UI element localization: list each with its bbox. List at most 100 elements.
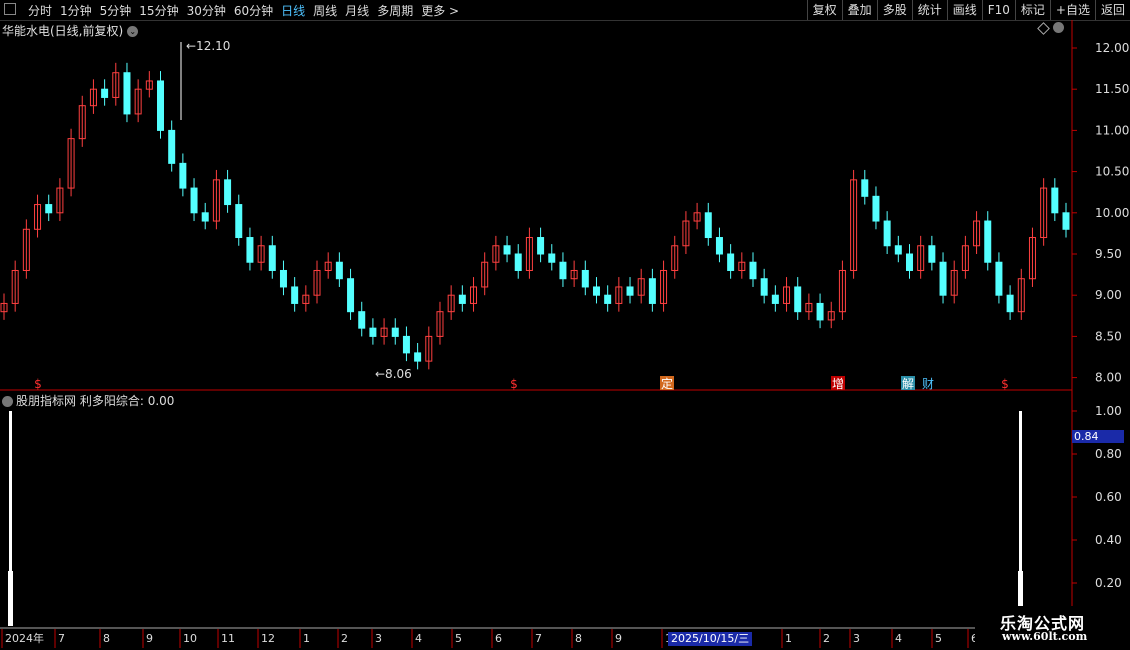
time-tick-label: 12 xyxy=(261,632,275,645)
time-tick-label: 5 xyxy=(935,632,942,645)
kline-chart[interactable]: 12.0011.5011.0010.5010.009.509.008.508.0… xyxy=(0,0,1130,650)
candle-body xyxy=(771,294,779,304)
candle-body xyxy=(648,278,656,304)
price-tick-label: 8.50 xyxy=(1095,329,1122,343)
candle-body xyxy=(414,352,422,362)
price-tick-label: 10.50 xyxy=(1095,165,1129,179)
time-tick-label: 2 xyxy=(823,632,830,645)
candle-body xyxy=(268,245,276,271)
candle-body xyxy=(626,286,634,296)
candle-body xyxy=(894,245,902,255)
event-marker: 解 xyxy=(902,377,914,391)
candle-body xyxy=(201,212,209,222)
price-tick-label: 12.00 xyxy=(1095,41,1129,55)
candle-body xyxy=(402,335,410,354)
price-tick-label: 10.00 xyxy=(1095,206,1129,220)
candle-body xyxy=(279,269,287,288)
event-marker: 定 xyxy=(661,376,673,391)
event-marker: $ xyxy=(510,377,518,391)
candle-body xyxy=(995,261,1003,296)
high-marker-label: ←12.10 xyxy=(186,39,230,53)
candle-body xyxy=(548,253,556,263)
time-tick-label: 3 xyxy=(853,632,860,645)
indicator-title: 股朋指标网 利多阳综合: 0.00 xyxy=(2,392,174,409)
candle-body xyxy=(157,80,165,131)
candle-body xyxy=(101,88,109,98)
candle-body xyxy=(123,72,131,115)
time-tick-label: 8 xyxy=(575,632,582,645)
candle-body xyxy=(592,286,600,296)
chevron-down-icon[interactable] xyxy=(2,396,13,407)
candle-body xyxy=(749,261,757,280)
price-tick-label: 8.00 xyxy=(1095,371,1122,385)
candle-body xyxy=(861,179,869,197)
candle-body xyxy=(335,261,343,280)
candle-body xyxy=(715,237,723,255)
indicator-tick-label: 0.20 xyxy=(1095,576,1122,590)
time-tick-label: 8 xyxy=(103,632,110,645)
event-marker: 增 xyxy=(832,377,844,391)
candle-body xyxy=(883,220,891,247)
candle-body xyxy=(503,245,511,255)
current-value-badge: 0.84 xyxy=(1072,430,1124,443)
indicator-tick-label: 0.40 xyxy=(1095,533,1122,547)
time-tick-label: 2 xyxy=(341,632,348,645)
time-tick-label: 11 xyxy=(221,632,235,645)
candle-body xyxy=(794,286,802,313)
candle-body xyxy=(604,294,612,304)
candle-body xyxy=(291,286,299,304)
candle-body xyxy=(760,278,768,296)
candle-body xyxy=(872,195,880,222)
candle-body xyxy=(984,220,992,263)
time-tick-label: 7 xyxy=(58,632,65,645)
candle-body xyxy=(190,187,198,214)
time-tick-label: 2024年 xyxy=(5,631,44,645)
candle-body xyxy=(168,129,176,164)
candle-body xyxy=(816,302,824,321)
candle-body xyxy=(905,253,913,271)
candle-body xyxy=(45,204,53,214)
indicator-line-value: 利多阳综合: 0.00 xyxy=(79,394,175,408)
candle-body xyxy=(1006,294,1014,313)
candle-body xyxy=(727,253,735,271)
candle-body xyxy=(235,204,243,239)
date-badge: 2025/10/15/三 xyxy=(668,632,753,646)
price-tick-label: 9.50 xyxy=(1095,247,1122,261)
candle-body xyxy=(224,179,232,206)
time-tick-label: 4 xyxy=(415,632,422,645)
indicator-tick-label: 0.60 xyxy=(1095,490,1122,504)
indicator-spike-base xyxy=(8,571,13,626)
candle-body xyxy=(458,294,466,304)
time-tick-label: 10 xyxy=(183,632,197,645)
price-tick-label: 11.50 xyxy=(1095,82,1129,96)
candle-body xyxy=(391,327,399,337)
candle-body xyxy=(704,212,712,239)
time-tick-label: 9 xyxy=(615,632,622,645)
indicator-tick-label: 1.00 xyxy=(1095,404,1122,418)
indicator-name: 股朋指标网 xyxy=(16,394,77,408)
price-tick-label: 9.00 xyxy=(1095,288,1122,302)
time-tick-label: 5 xyxy=(455,632,462,645)
candle-body xyxy=(179,162,187,189)
time-tick-label: 7 xyxy=(535,632,542,645)
candle-body xyxy=(358,311,366,329)
candle-body xyxy=(928,245,936,263)
candle-body xyxy=(939,261,947,296)
time-tick-label: 1 xyxy=(303,632,310,645)
time-tick-label: 3 xyxy=(375,632,382,645)
event-marker: 财 xyxy=(922,377,934,391)
candle-body xyxy=(514,253,522,271)
time-tick-label: 9 xyxy=(146,632,153,645)
candle-body xyxy=(581,269,589,288)
time-tick-label: 6 xyxy=(495,632,502,645)
candle-body xyxy=(369,327,377,337)
candle-body xyxy=(1062,212,1070,230)
event-marker: $ xyxy=(1001,377,1009,391)
candle-body xyxy=(246,237,254,263)
event-marker: $ xyxy=(34,377,42,391)
candle-body xyxy=(1051,187,1059,214)
candle-body xyxy=(559,261,567,280)
candle-body xyxy=(347,278,355,313)
time-tick-label: 4 xyxy=(895,632,902,645)
price-tick-label: 11.00 xyxy=(1095,123,1129,137)
